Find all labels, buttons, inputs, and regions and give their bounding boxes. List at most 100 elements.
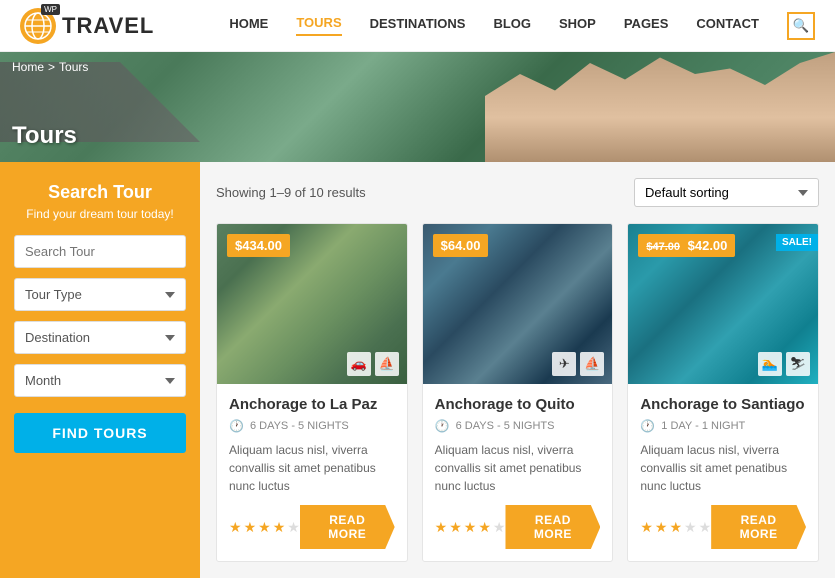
card-icons-2: ✈ ⛵ (552, 352, 604, 376)
star-4: ★ (273, 519, 286, 536)
tour-type-select[interactable]: Tour Type (14, 278, 186, 311)
card-icons-3: 🏊 ⛷ (758, 352, 810, 376)
breadcrumb-home[interactable]: Home (12, 60, 44, 74)
card-title-3: Anchorage to Santiago (640, 396, 806, 413)
sale-badge-3: SALE! (776, 234, 818, 251)
card-body-1: Anchorage to La Paz 🕐 6 DAYS - 5 NIGHTS … (217, 384, 407, 561)
star-3: ★ (464, 519, 477, 536)
price-badge-2: $64.00 (433, 234, 489, 257)
main-content: Search Tour Find your dream tour today! … (0, 162, 835, 578)
clock-icon-3: 🕐 (640, 419, 655, 433)
sidebar-title: Search Tour (14, 182, 186, 203)
star-5: ★ (493, 519, 506, 536)
logo-text: TRAVEL (62, 13, 154, 39)
star-4: ★ (684, 519, 697, 536)
card-meta-1: 🕐 6 DAYS - 5 NIGHTS (229, 419, 395, 433)
card-title-1: Anchorage to La Paz (229, 396, 395, 413)
car-icon: 🚗 (347, 352, 371, 376)
boat-icon-2: ⛵ (580, 352, 604, 376)
card-icons-1: 🚗 ⛵ (347, 352, 399, 376)
swim-icon: 🏊 (758, 352, 782, 376)
new-price-3: $42.00 (688, 238, 728, 253)
month-select[interactable]: Month (14, 364, 186, 397)
price-badge-3: $47.00 $42.00 (638, 234, 735, 257)
card-meta-3: 🕐 1 DAY - 1 NIGHT (640, 419, 806, 433)
card-stars-1: ★ ★ ★ ★ ★ (229, 519, 300, 536)
star-1: ★ (640, 519, 653, 536)
read-more-button-2[interactable]: READ MORE (505, 505, 600, 549)
page-title: Tours (12, 122, 77, 150)
card-image-1: $434.00 🚗 ⛵ (217, 224, 407, 384)
ski-icon: ⛷ (786, 352, 810, 376)
card-desc-1: Aliquam lacus nisl, viverra convallis si… (229, 441, 395, 495)
sort-select[interactable]: Default sorting Sort by popularity Sort … (634, 178, 819, 207)
results-count: Showing 1–9 of 10 results (216, 185, 366, 200)
tour-cards: $434.00 🚗 ⛵ Anchorage to La Paz 🕐 6 DAYS… (216, 223, 819, 562)
card-footer-2: ★ ★ ★ ★ ★ READ MORE (435, 505, 601, 549)
sidebar-subtitle: Find your dream tour today! (14, 207, 186, 221)
logo-wp-badge: WP (41, 4, 60, 15)
card-title-2: Anchorage to Quito (435, 396, 601, 413)
hero-background (0, 52, 835, 162)
nav-tours[interactable]: TOURS (296, 15, 341, 36)
tours-content: Showing 1–9 of 10 results Default sortin… (200, 162, 835, 578)
read-more-button-3[interactable]: READ MORE (711, 505, 806, 549)
star-2: ★ (449, 519, 462, 536)
breadcrumb: Home > Tours (12, 60, 88, 74)
clock-icon-1: 🕐 (229, 419, 244, 433)
logo: WP TRAVEL (20, 8, 154, 44)
card-body-3: Anchorage to Santiago 🕐 1 DAY - 1 NIGHT … (628, 384, 818, 561)
search-input[interactable] (14, 235, 186, 268)
star-2: ★ (655, 519, 668, 536)
price-badge-1: $434.00 (227, 234, 290, 257)
star-3: ★ (669, 519, 682, 536)
star-4: ★ (478, 519, 491, 536)
read-more-button-1[interactable]: READ MORE (300, 505, 395, 549)
card-body-2: Anchorage to Quito 🕐 6 DAYS - 5 NIGHTS A… (423, 384, 613, 561)
plane-icon: ✈ (552, 352, 576, 376)
destination-select[interactable]: Destination (14, 321, 186, 354)
card-desc-2: Aliquam lacus nisl, viverra convallis si… (435, 441, 601, 495)
logo-globe-icon: WP (20, 8, 56, 44)
main-nav: HOME TOURS DESTINATIONS BLOG SHOP PAGES … (229, 12, 815, 40)
nav-destinations[interactable]: DESTINATIONS (370, 16, 466, 35)
card-footer-1: ★ ★ ★ ★ ★ READ MORE (229, 505, 395, 549)
tour-card-3: $47.00 $42.00 SALE! 🏊 ⛷ Anchorage to San… (627, 223, 819, 562)
star-2: ★ (244, 519, 257, 536)
star-1: ★ (435, 519, 448, 536)
card-duration-1: 6 DAYS - 5 NIGHTS (250, 420, 349, 432)
card-meta-2: 🕐 6 DAYS - 5 NIGHTS (435, 419, 601, 433)
card-image-3: $47.00 $42.00 SALE! 🏊 ⛷ (628, 224, 818, 384)
breadcrumb-separator: > (48, 60, 55, 74)
nav-home[interactable]: HOME (229, 16, 268, 35)
card-duration-3: 1 DAY - 1 NIGHT (661, 420, 745, 432)
nav-pages[interactable]: PAGES (624, 16, 669, 35)
card-stars-2: ★ ★ ★ ★ ★ (435, 519, 506, 536)
card-footer-3: ★ ★ ★ ★ ★ READ MORE (640, 505, 806, 549)
nav-blog[interactable]: BLOG (493, 16, 531, 35)
hero-banner: Home > Tours Tours (0, 52, 835, 162)
search-button[interactable]: 🔍 (787, 12, 815, 40)
header: WP TRAVEL HOME TOURS DESTINATIONS BLOG S… (0, 0, 835, 52)
clock-icon-2: 🕐 (435, 419, 450, 433)
results-bar: Showing 1–9 of 10 results Default sortin… (216, 178, 819, 207)
star-5: ★ (699, 519, 712, 536)
tour-card-1: $434.00 🚗 ⛵ Anchorage to La Paz 🕐 6 DAYS… (216, 223, 408, 562)
star-5: ★ (287, 519, 300, 536)
search-icon: 🔍 (793, 18, 810, 34)
nav-contact[interactable]: CONTACT (696, 16, 759, 35)
card-stars-3: ★ ★ ★ ★ ★ (640, 519, 711, 536)
breadcrumb-current: Tours (59, 60, 88, 74)
star-1: ★ (229, 519, 242, 536)
card-duration-2: 6 DAYS - 5 NIGHTS (456, 420, 555, 432)
card-image-2: $64.00 ✈ ⛵ (423, 224, 613, 384)
card-desc-3: Aliquam lacus nisl, viverra convallis si… (640, 441, 806, 495)
sidebar: Search Tour Find your dream tour today! … (0, 162, 200, 578)
star-3: ★ (258, 519, 271, 536)
tour-card-2: $64.00 ✈ ⛵ Anchorage to Quito 🕐 6 DAYS -… (422, 223, 614, 562)
nav-shop[interactable]: SHOP (559, 16, 596, 35)
hero-buildings-element (485, 52, 835, 162)
find-tours-button[interactable]: FIND TOURS (14, 413, 186, 453)
old-price-3: $47.00 (646, 241, 680, 253)
boat-icon: ⛵ (375, 352, 399, 376)
